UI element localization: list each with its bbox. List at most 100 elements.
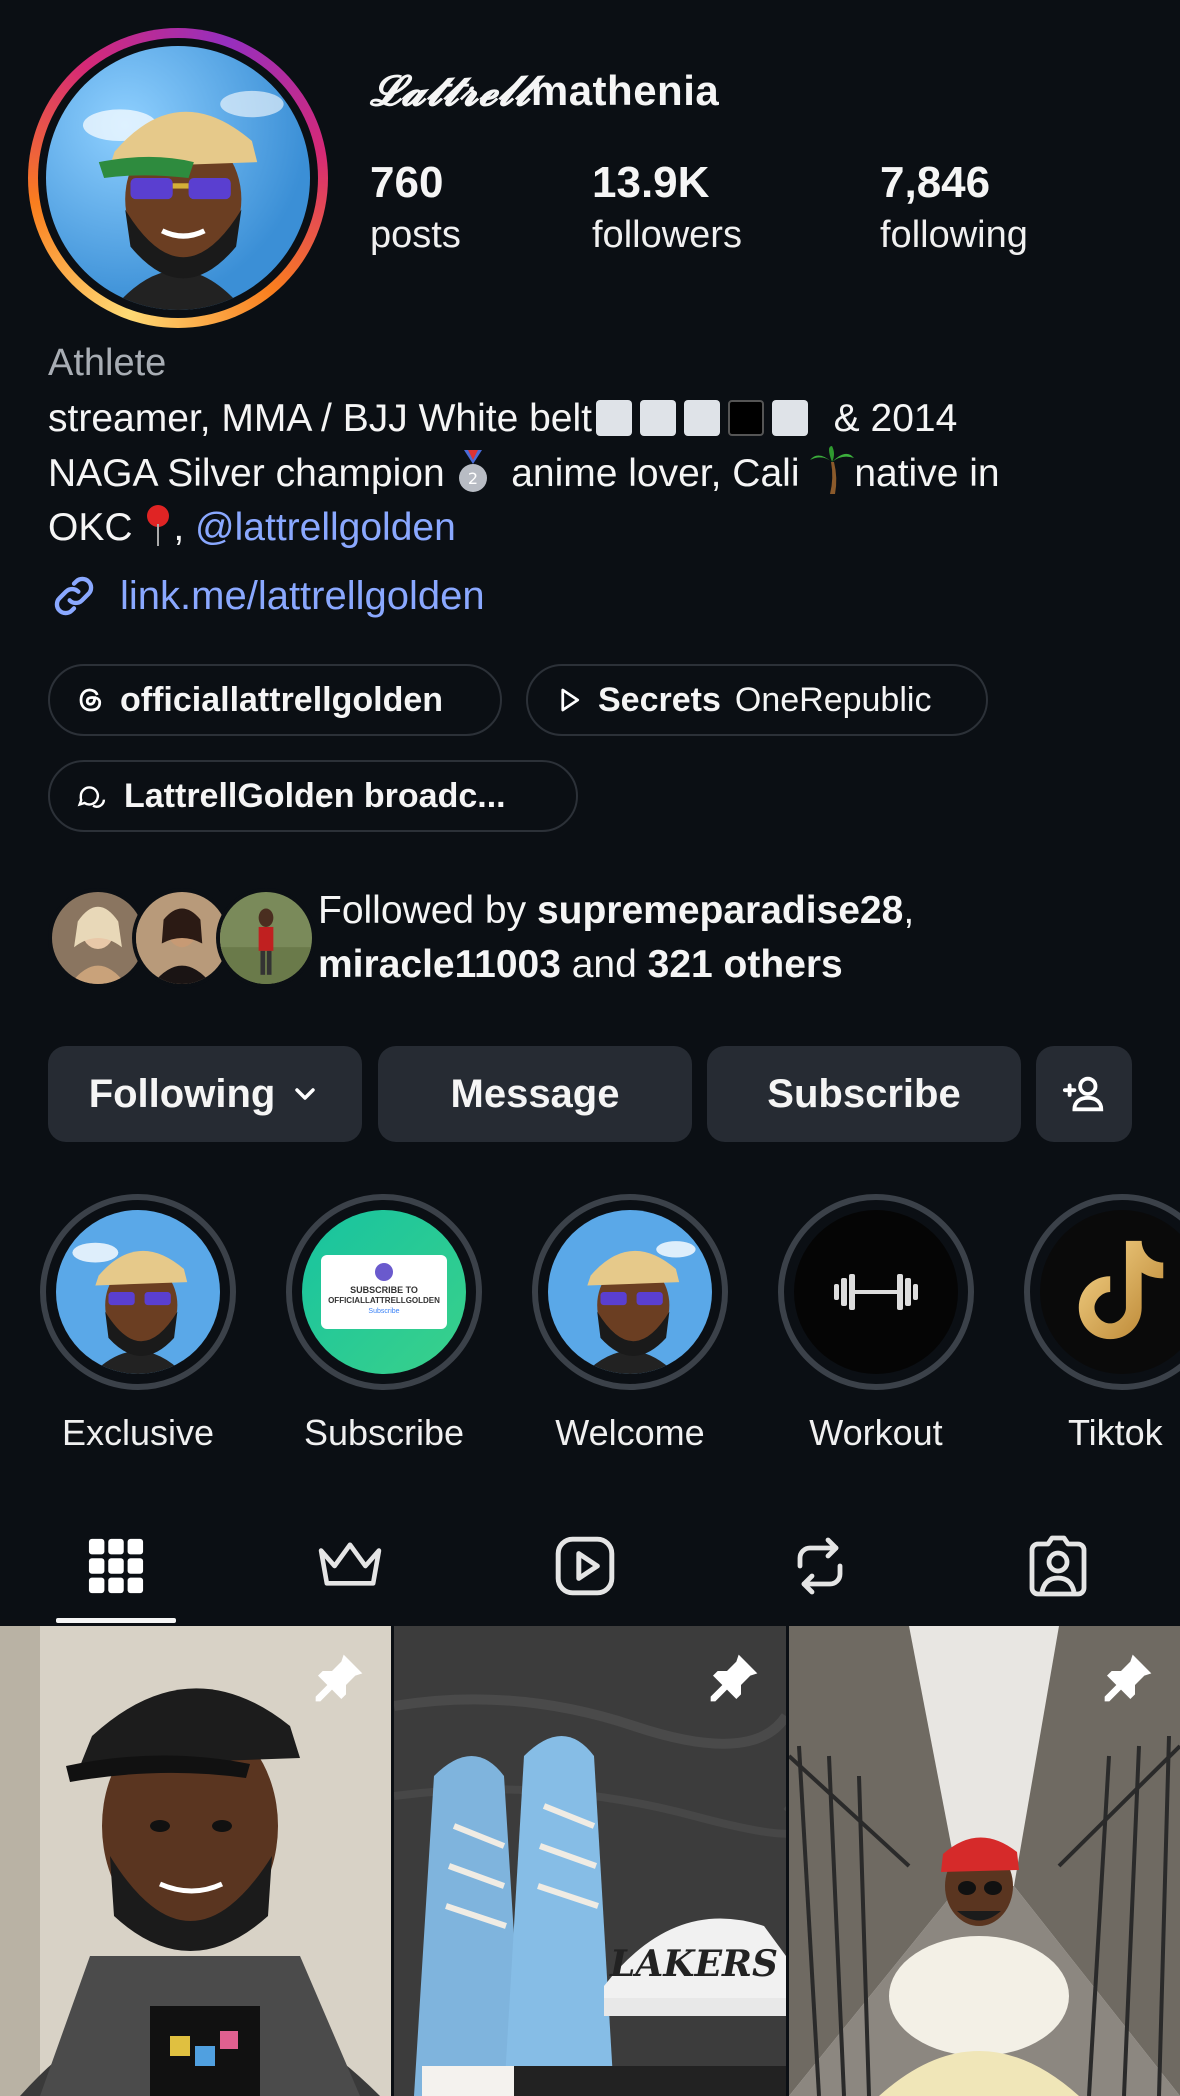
followed-by-text[interactable]: Followed by supremeparadise28, miracle11… bbox=[318, 884, 1158, 992]
separator: , bbox=[903, 889, 915, 932]
threads-handle: officiallattrellgolden bbox=[120, 680, 444, 719]
highlight-label: Exclusive bbox=[61, 1412, 215, 1453]
add-user-button[interactable] bbox=[1036, 1046, 1132, 1142]
add-user-icon bbox=[1062, 1076, 1104, 1112]
highlight-cover: SUBSCRIBE TO OFFICIALLATTRELLGOLDEN Subs… bbox=[302, 1210, 466, 1374]
following-count: 7,846 bbox=[880, 158, 991, 207]
profile-link-text: link.me/lattrellgolden bbox=[120, 573, 485, 618]
highlight-cover bbox=[548, 1210, 712, 1374]
broadcast-channel-chip[interactable]: LattrellGolden broadc... bbox=[48, 760, 578, 832]
following-button[interactable]: Following bbox=[48, 1046, 362, 1142]
posts-label: posts bbox=[370, 214, 461, 256]
pin-icon bbox=[1104, 1654, 1152, 1702]
avatar-image bbox=[46, 46, 310, 310]
highlight-subscribe[interactable]: SUBSCRIBE TO OFFICIALLATTRELLGOLDEN Subs… bbox=[286, 1194, 482, 1454]
music-artist: OneRepublic bbox=[734, 680, 932, 719]
followed-by-prefix: Followed by bbox=[318, 889, 537, 932]
bio-text: anime lover, Cali bbox=[511, 452, 800, 495]
tab-tagged[interactable] bbox=[998, 1526, 1118, 1606]
music-title: Secrets bbox=[598, 680, 721, 719]
play-icon bbox=[561, 688, 580, 712]
tab-reposts[interactable] bbox=[760, 1526, 880, 1606]
dumbbell-icon bbox=[834, 1274, 918, 1310]
highlight-label: Tiktok bbox=[1068, 1412, 1163, 1453]
mini-avatar-icon bbox=[375, 1263, 393, 1281]
threads-icon bbox=[79, 688, 102, 712]
cap-logo-text: LAKERS bbox=[609, 1943, 778, 1985]
tagged-person-icon bbox=[1029, 1535, 1087, 1597]
profile-username: 𝓛𝓪𝓽𝓽𝓻𝓮𝓵𝓵mathenia bbox=[370, 66, 719, 116]
reels-play-icon bbox=[555, 1536, 615, 1596]
highlight-cover bbox=[794, 1210, 958, 1374]
tab-grid[interactable] bbox=[56, 1526, 176, 1606]
bio-text: native in bbox=[854, 452, 1000, 495]
card-text: OFFICIALLATTRELLGOLDEN bbox=[328, 1296, 440, 1305]
bio-text: streamer, MMA / BJJ White belt bbox=[48, 397, 592, 440]
bio-text: , bbox=[173, 506, 185, 549]
white-square-icon bbox=[639, 400, 676, 436]
highlight-cover bbox=[56, 1210, 220, 1374]
message-button-label: Message bbox=[450, 1071, 620, 1116]
black-square-icon bbox=[727, 400, 764, 436]
white-square-icon bbox=[595, 400, 632, 436]
bio-text: NAGA Silver champion bbox=[48, 452, 445, 495]
pin-emoji-icon bbox=[147, 505, 170, 546]
grid-icon bbox=[88, 1538, 144, 1594]
subscribe-button[interactable]: Subscribe bbox=[707, 1046, 1021, 1142]
pin-icon bbox=[315, 1654, 363, 1702]
grid-post-1[interactable] bbox=[0, 1626, 391, 2096]
highlight-welcome[interactable]: Welcome bbox=[532, 1194, 728, 1454]
threads-chip[interactable]: officiallattrellgolden bbox=[48, 664, 502, 736]
following-button-label: Following bbox=[88, 1071, 276, 1116]
chevron-down-icon bbox=[295, 1088, 316, 1100]
highlight-tiktok[interactable]: Tiktok bbox=[1024, 1194, 1180, 1454]
highlight-label: Workout bbox=[809, 1412, 943, 1453]
profile-tab-bar bbox=[0, 1510, 1180, 1626]
mutual-username: supremeparadise28 bbox=[536, 889, 904, 932]
channel-name: LattrellGolden broadc... bbox=[124, 776, 506, 815]
crown-icon bbox=[318, 1542, 382, 1586]
active-tab-indicator bbox=[56, 1618, 176, 1623]
bio-text: OKC bbox=[48, 506, 133, 549]
white-square-icon bbox=[683, 400, 720, 436]
bio-text: & 2014 bbox=[833, 397, 958, 440]
grid-post-2[interactable]: LAKERS bbox=[394, 1626, 786, 2096]
profile-avatar[interactable] bbox=[28, 28, 328, 328]
others-count: 321 others bbox=[647, 943, 843, 986]
white-square-icon bbox=[771, 400, 808, 436]
stat-posts[interactable]: 760 posts bbox=[370, 156, 461, 260]
highlight-label: Welcome bbox=[555, 1412, 705, 1453]
pin-icon bbox=[710, 1654, 758, 1702]
profile-bio: streamer, MMA / BJJ White belt & 2014 NA… bbox=[48, 392, 1148, 555]
message-button[interactable]: Message bbox=[378, 1046, 692, 1142]
highlight-workout[interactable]: Workout bbox=[778, 1194, 974, 1454]
profile-category: Athlete bbox=[48, 342, 167, 384]
posts-count: 760 bbox=[370, 158, 444, 207]
highlight-exclusive[interactable]: Exclusive bbox=[40, 1194, 236, 1454]
mutual-avatar bbox=[216, 888, 316, 988]
bio-mention-link[interactable]: @lattrellgolden bbox=[195, 506, 456, 549]
silver-medal-icon: 2 bbox=[458, 450, 487, 492]
stat-followers[interactable]: 13.9K followers bbox=[592, 156, 742, 260]
svg-text:2: 2 bbox=[467, 469, 477, 488]
broadcast-chat-icon bbox=[77, 786, 106, 808]
username-plain-part: mathenia bbox=[530, 67, 720, 114]
highlight-label: Subscribe bbox=[303, 1412, 465, 1453]
repost-icon bbox=[797, 1537, 843, 1595]
card-text: SUBSCRIBE TO bbox=[350, 1285, 418, 1295]
tab-subscriptions[interactable] bbox=[290, 1526, 410, 1606]
separator: and bbox=[560, 943, 648, 986]
link-icon bbox=[54, 576, 94, 616]
subscribe-button-label: Subscribe bbox=[767, 1071, 961, 1116]
followers-label: followers bbox=[592, 214, 742, 256]
palm-tree-icon bbox=[810, 446, 855, 494]
stat-following[interactable]: 7,846 following bbox=[880, 156, 1028, 260]
tiktok-icon bbox=[1078, 1240, 1164, 1340]
mutual-username: miracle11003 bbox=[318, 943, 561, 986]
profile-link[interactable]: link.me/lattrellgolden bbox=[48, 570, 485, 622]
grid-post-3[interactable] bbox=[789, 1626, 1180, 2096]
followers-count: 13.9K bbox=[592, 158, 710, 207]
username-fancy-part: 𝓛𝓪𝓽𝓽𝓻𝓮𝓵𝓵 bbox=[370, 66, 531, 115]
music-chip[interactable]: Secrets OneRepublic bbox=[526, 664, 988, 736]
tab-reels[interactable] bbox=[525, 1526, 645, 1606]
